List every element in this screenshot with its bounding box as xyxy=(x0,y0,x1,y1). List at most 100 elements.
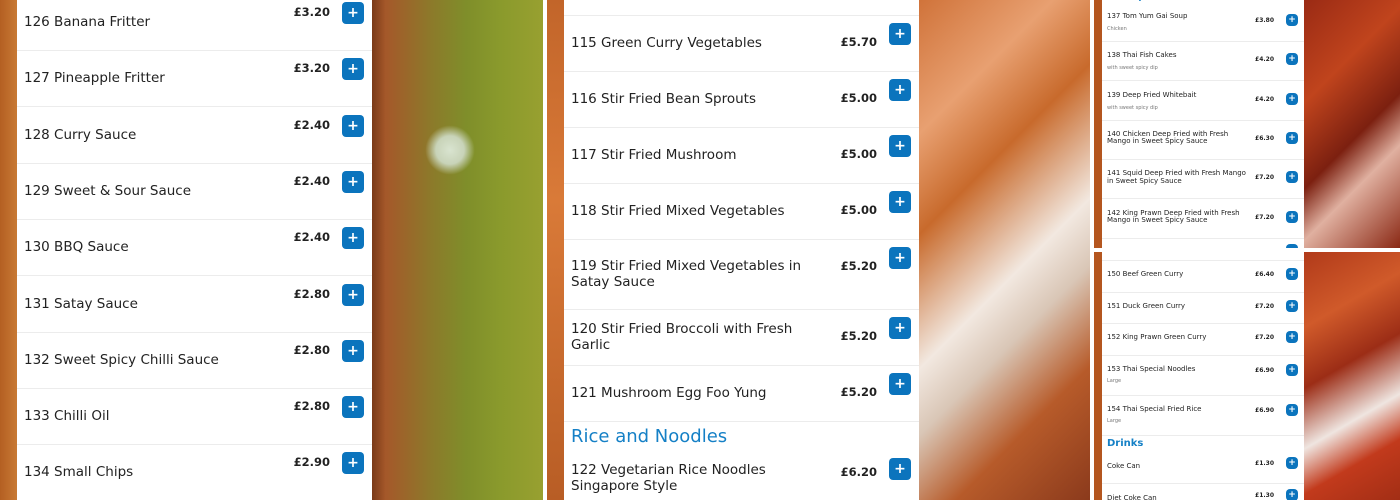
left-edge-background xyxy=(0,0,17,500)
add-to-order-button[interactable]: + xyxy=(1286,404,1298,416)
menu-list: 150 Beef Green Curry £6.40 +151 Duck Green… xyxy=(1102,252,1304,500)
add-to-order-button[interactable]: + xyxy=(1286,268,1298,280)
add-to-order-button[interactable]: + xyxy=(342,396,364,419)
screenshot-panel-3: Thai Special137 Tom Yum Gai SoupChicken£… xyxy=(1094,0,1400,248)
item-price: £2.80 xyxy=(293,286,330,301)
menu-item-row: 150 Beef Green Curry £6.40 + xyxy=(1102,260,1304,293)
item-price: £2.90 xyxy=(293,455,330,470)
add-to-order-button[interactable]: + xyxy=(1286,364,1298,376)
section-title: Rice and Noodles xyxy=(571,426,728,447)
add-to-order-button[interactable]: + xyxy=(342,339,364,362)
item-price: £3.20 xyxy=(293,5,330,19)
item-name: 150 Beef Green Curry xyxy=(1107,270,1184,279)
item-description: with sweet spicy dip xyxy=(1107,65,1158,72)
plus-icon: + xyxy=(894,194,906,210)
left-edge-background xyxy=(1094,252,1102,500)
plus-icon: + xyxy=(347,173,359,190)
menu-item-row: 116 Stir Fried Bean Sprouts £5.00 + xyxy=(564,71,919,128)
add-to-order-button[interactable]: + xyxy=(1286,489,1298,500)
item-price: £2.80 xyxy=(293,342,330,357)
menu-item-row: 140 Chicken Deep Fried with Fresh Mango … xyxy=(1102,120,1304,160)
item-price: £5.20 xyxy=(840,329,877,343)
item-description: Chicken xyxy=(1107,26,1127,32)
food-photo-background xyxy=(372,0,543,500)
item-name: 151 Duck Green Curry xyxy=(1107,301,1186,310)
add-to-order-button[interactable]: + xyxy=(342,227,364,250)
item-name: 152 King Prawn Green Curry xyxy=(1107,333,1207,342)
add-to-order-button[interactable]: + xyxy=(342,452,364,475)
add-to-order-button[interactable]: + xyxy=(342,58,364,81)
item-name: 121 Mushroom Egg Foo Yung xyxy=(571,385,767,401)
menu-list: Thai Special137 Tom Yum Gai SoupChicken£… xyxy=(1102,0,1304,248)
item-description: Large xyxy=(1107,418,1122,424)
item-name: 140 Chicken Deep Fried with Fresh Mango … xyxy=(1107,129,1229,146)
item-name: 126 Banana Fritter xyxy=(24,14,151,30)
add-to-order-button[interactable]: + xyxy=(1286,14,1298,26)
add-to-order-button[interactable]: + xyxy=(889,191,911,213)
add-to-order-button[interactable]: + xyxy=(1286,457,1298,469)
menu-item-row: 151 Duck Green Curry £7.20 + xyxy=(1102,292,1304,324)
add-to-order-button[interactable]: + xyxy=(1286,171,1298,184)
add-to-order-button[interactable]: + xyxy=(889,23,911,45)
menu-item-row: 152 King Prawn Green Curry £7.20 + xyxy=(1102,323,1304,356)
plus-icon: + xyxy=(347,342,359,359)
menu-item-row: 141 Squid Deep Fried with Fresh Mango in… xyxy=(1102,159,1304,200)
add-to-order-button[interactable]: + xyxy=(889,317,911,339)
add-to-order-button[interactable]: + xyxy=(889,458,911,480)
item-name: 127 Pineapple Fritter xyxy=(24,70,165,87)
item-name: 129 Sweet & Sour Sauce xyxy=(24,182,192,199)
plus-icon: + xyxy=(347,399,359,416)
plus-icon: + xyxy=(894,461,906,477)
item-price: £4.20 xyxy=(1255,56,1274,64)
item-price: £5.20 xyxy=(840,259,877,273)
add-to-order-button[interactable]: + xyxy=(342,2,364,24)
menu-item-row: 137 Tom Yum Gai Soup Chicken £3.80 + xyxy=(1102,2,1304,42)
menu-item-row: 121 Mushroom Egg Foo Yung £5.20 + xyxy=(564,365,919,422)
add-to-order-button[interactable]: + xyxy=(1286,300,1298,312)
plus-icon: + xyxy=(1288,93,1296,104)
add-to-order-button[interactable]: + xyxy=(1286,331,1298,343)
menu-item-row: 126 Banana Fritter £3.20 + xyxy=(17,0,372,51)
item-price: £2.40 xyxy=(293,117,330,132)
add-to-order-button[interactable]: + xyxy=(889,247,911,269)
item-name: 134 Small Chips xyxy=(24,464,134,481)
item-price: £2.80 xyxy=(293,399,330,414)
add-to-order-button[interactable]: + xyxy=(1286,53,1298,66)
add-to-order-button[interactable]: + xyxy=(1286,210,1298,223)
plus-icon: + xyxy=(1288,211,1296,222)
menu-item-row: 134 Small Chips £2.90 + xyxy=(17,444,372,500)
add-to-order-button[interactable]: + xyxy=(889,373,911,395)
item-price: £5.00 xyxy=(840,203,877,217)
item-price: £3.20 xyxy=(293,61,330,76)
plus-icon: + xyxy=(1288,332,1296,342)
menu-list: 126 Banana Fritter £3.20 +127 Pineapple Fr… xyxy=(17,0,372,500)
menu-item-row: 118 Stir Fried Mixed Vegetables £5.00 + xyxy=(564,183,919,240)
item-price: £1.30 xyxy=(1255,460,1274,467)
add-to-order-button[interactable]: + xyxy=(1286,92,1298,105)
item-description: with sweet spicy dip xyxy=(1107,104,1158,111)
item-price: £6.20 xyxy=(840,465,877,479)
item-price: £7.20 xyxy=(1255,213,1274,221)
add-to-order-button[interactable]: + xyxy=(342,114,364,137)
item-price: £6.90 xyxy=(1255,367,1274,374)
food-photo-background xyxy=(919,0,1090,500)
add-to-order-button[interactable]: + xyxy=(342,170,364,193)
add-to-order-button[interactable]: + xyxy=(1286,131,1298,144)
menu-item-row: 120 Stir Fried Broccoli with Fresh Garli… xyxy=(564,309,919,366)
menu-item-row: Coke Can £1.30 + xyxy=(1102,452,1304,484)
plus-icon: + xyxy=(347,61,359,78)
item-price: £6.90 xyxy=(1255,407,1274,414)
item-price: £6.30 xyxy=(1255,134,1274,142)
add-to-order-button[interactable] xyxy=(1286,244,1298,248)
screenshot-panel-2: 115 Green Curry Vegetables £5.70 +116 Stir… xyxy=(547,0,1090,500)
add-to-order-button[interactable]: + xyxy=(342,283,364,306)
menu-item-row: 153 Thai Special Noodles Large £6.90 + xyxy=(1102,355,1304,396)
item-price: £5.70 xyxy=(840,35,877,49)
menu-item-row: 131 Satay Sauce £2.80 + xyxy=(17,276,372,333)
plus-icon: + xyxy=(894,376,906,392)
add-to-order-button[interactable]: + xyxy=(889,79,911,101)
item-name: 116 Stir Fried Bean Sprouts xyxy=(571,91,756,107)
left-edge-background xyxy=(547,0,564,500)
item-name: Coke Can xyxy=(1107,461,1141,470)
add-to-order-button[interactable]: + xyxy=(889,135,911,157)
